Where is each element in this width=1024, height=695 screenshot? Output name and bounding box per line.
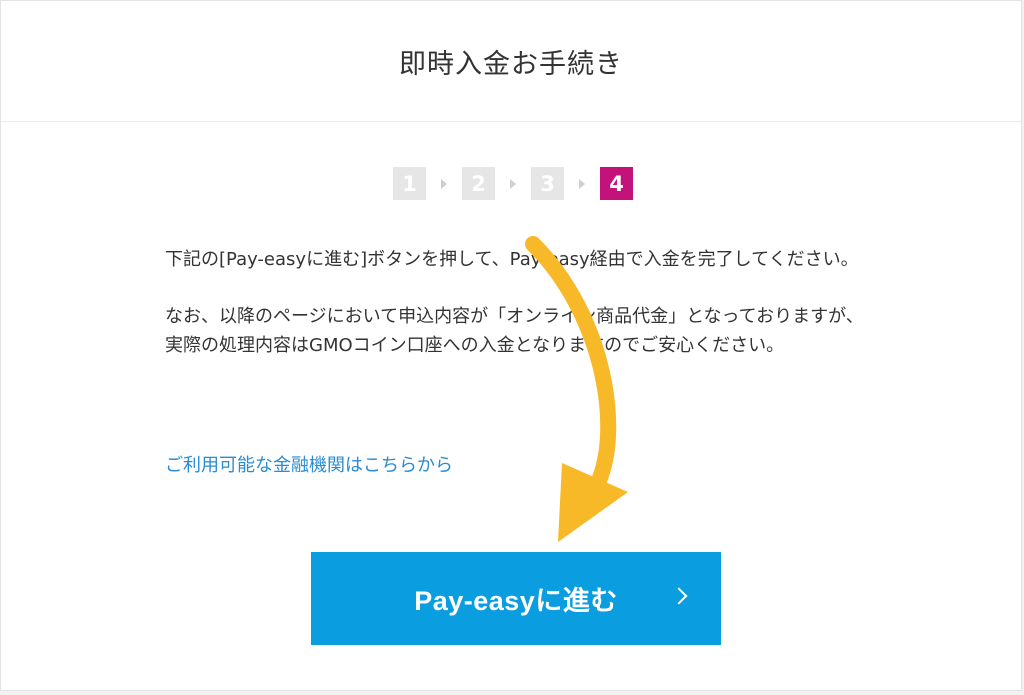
step-2: 2 <box>462 167 495 200</box>
step-3: 3 <box>531 167 564 200</box>
chevron-right-icon <box>441 178 447 189</box>
chevron-right-icon <box>510 178 516 189</box>
step-4-active: 4 <box>600 167 633 200</box>
step-indicator: 1 2 3 4 <box>393 167 633 200</box>
step-1: 1 <box>393 167 426 200</box>
chevron-right-icon <box>670 587 688 605</box>
page-title: 即時入金お手続き <box>399 48 623 80</box>
deposit-card: 即時入金お手続き 1 2 3 4 下記の[Pay-easyに進む]ボタンを押して… <box>0 0 1022 691</box>
pay-easy-button-label: Pay-easyに進む <box>414 586 618 616</box>
step-separator <box>564 178 600 189</box>
step-separator <box>426 178 462 189</box>
available-banks-link[interactable]: ご利用可能な金融機関はこちらから <box>165 451 453 477</box>
instructions: 下記の[Pay-easyに進む]ボタンを押して、Pay-easy経由で入金を完了… <box>165 245 865 360</box>
step-separator <box>495 178 531 189</box>
notice-paragraph: なお、以降のページにおいて申込内容が「オンライン商品代金」となっておりますが、実… <box>165 306 864 356</box>
pay-easy-button[interactable]: Pay-easyに進む <box>311 552 721 645</box>
instruction-paragraph: 下記の[Pay-easyに進む]ボタンを押して、Pay-easy経由で入金を完了… <box>165 249 859 270</box>
card-header: 即時入金お手続き <box>1 1 1021 122</box>
chevron-right-icon <box>579 178 585 189</box>
